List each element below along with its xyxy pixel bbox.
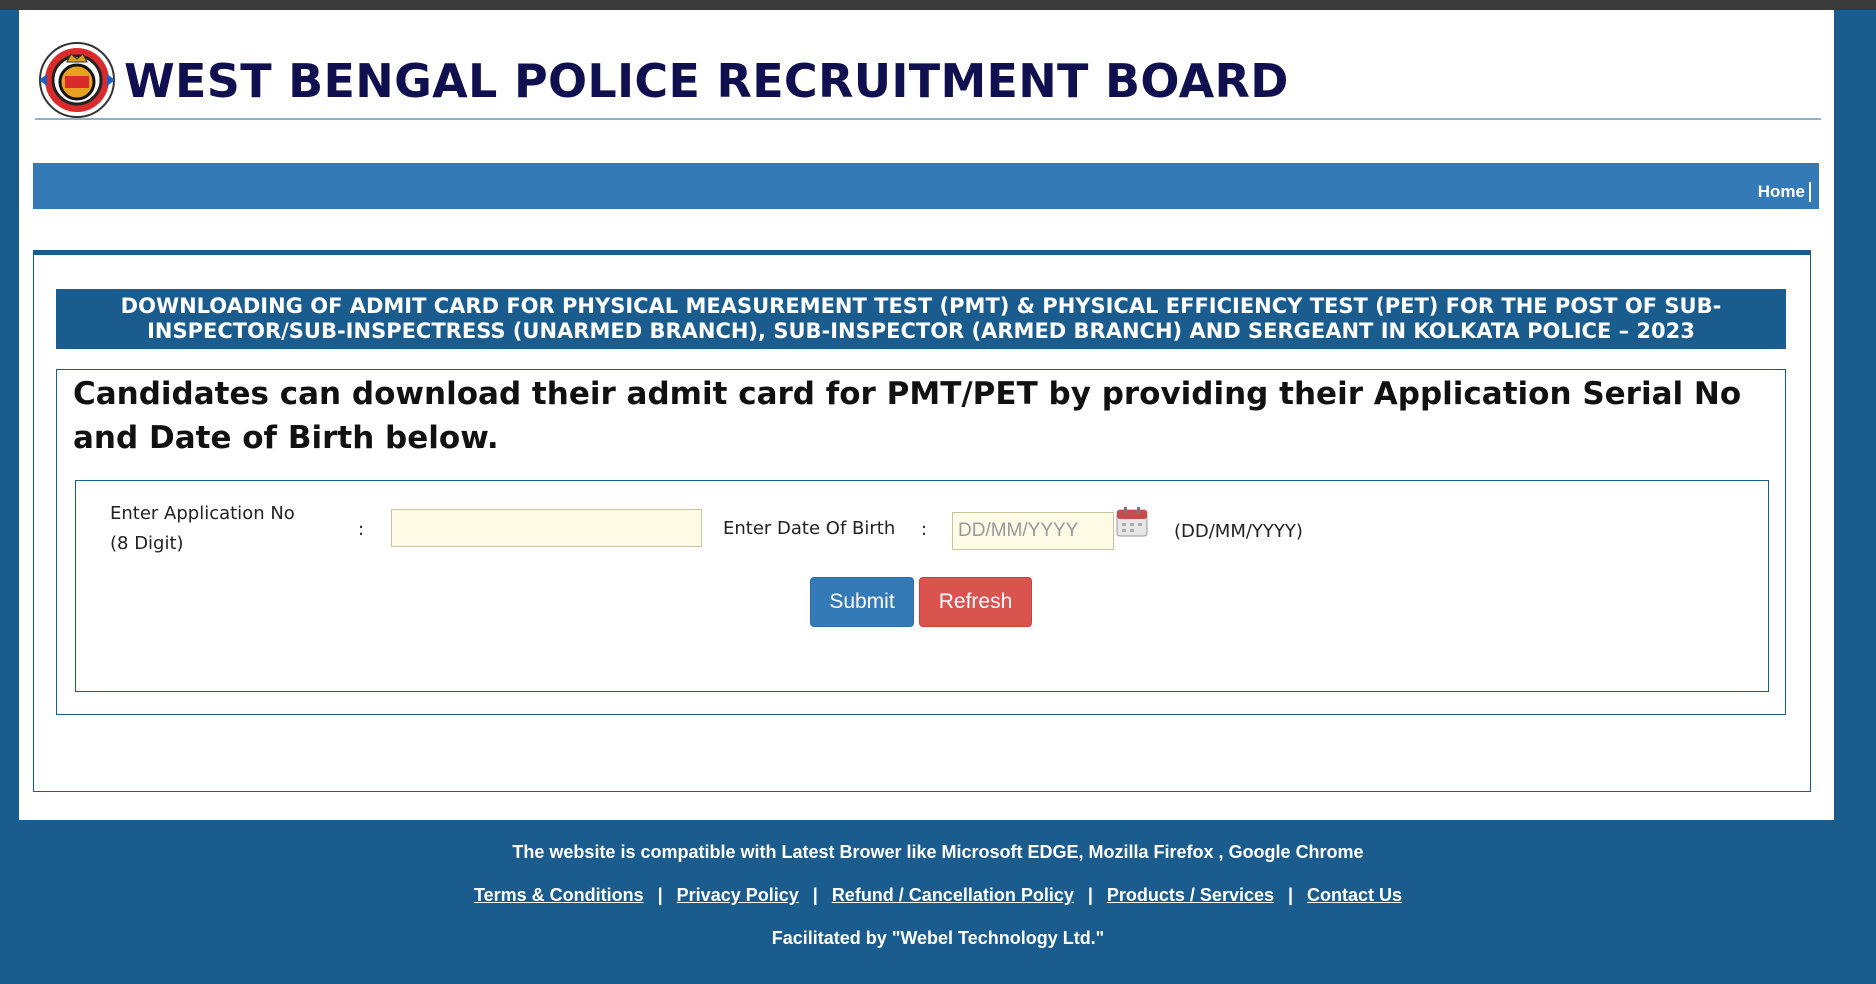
application-no-label-line1: Enter Application No bbox=[110, 503, 295, 524]
dob-label: Enter Date Of Birth bbox=[723, 518, 896, 539]
dob-input[interactable] bbox=[952, 512, 1114, 550]
notice-line-1: DOWNLOADING OF ADMIT CARD FOR PHYSICAL M… bbox=[120, 294, 1722, 318]
footer-separator: | bbox=[1087, 885, 1093, 905]
footer-separator: | bbox=[657, 885, 663, 905]
application-no-label: Enter Application No (8 Digit) bbox=[110, 499, 295, 559]
refresh-button[interactable]: Refresh bbox=[919, 577, 1032, 627]
calendar-icon[interactable] bbox=[1116, 507, 1148, 537]
dob-colon: : bbox=[921, 519, 928, 540]
nav-bar: Home bbox=[33, 163, 1819, 209]
notice-line-2: INSPECTOR/SUB-INSPECTRESS (UNARMED BRANC… bbox=[147, 319, 1695, 343]
page-container: WEST BENGAL POLICE RECRUITMENT BOARD Hom… bbox=[19, 10, 1834, 820]
dob-format-hint: (DD/MM/YYYY) bbox=[1174, 521, 1303, 542]
footer-links: Terms & Conditions | Privacy Policy | Refund… bbox=[0, 885, 1876, 906]
footer-credit: Facilitated by "Webel Technology Ltd." bbox=[771, 928, 1105, 948]
police-emblem-logo bbox=[37, 40, 117, 120]
notice-banner: DOWNLOADING OF ADMIT CARD FOR PHYSICAL M… bbox=[56, 289, 1786, 349]
contact-link[interactable]: Contact Us bbox=[1307, 885, 1402, 905]
refund-link[interactable]: Refund / Cancellation Policy bbox=[832, 885, 1074, 905]
site-title: WEST BENGAL POLICE RECRUITMENT BOARD bbox=[124, 54, 1289, 108]
products-link[interactable]: Products / Services bbox=[1107, 885, 1274, 905]
terms-link[interactable]: Terms & Conditions bbox=[474, 885, 644, 905]
header-divider bbox=[35, 118, 1821, 120]
application-no-label-line2: (8 Digit) bbox=[110, 533, 184, 554]
privacy-link[interactable]: Privacy Policy bbox=[677, 885, 799, 905]
footer-separator: | bbox=[812, 885, 818, 905]
admit-card-panel: DOWNLOADING OF ADMIT CARD FOR PHYSICAL M… bbox=[33, 250, 1811, 792]
info-box: Candidates can download their admit card… bbox=[56, 369, 1786, 715]
browser-top-bar bbox=[0, 0, 1876, 10]
admit-card-form: Enter Application No (8 Digit) : Enter D… bbox=[75, 480, 1769, 692]
submit-button[interactable]: Submit bbox=[810, 577, 914, 627]
nav-home-link[interactable]: Home bbox=[1758, 182, 1811, 202]
application-no-input[interactable] bbox=[391, 509, 702, 547]
browser-compat-note: The website is compatible with Latest Br… bbox=[512, 842, 1364, 862]
instruction-text: Candidates can download their admit card… bbox=[73, 376, 1742, 456]
footer-separator: | bbox=[1288, 885, 1294, 905]
application-no-colon: : bbox=[358, 519, 365, 540]
